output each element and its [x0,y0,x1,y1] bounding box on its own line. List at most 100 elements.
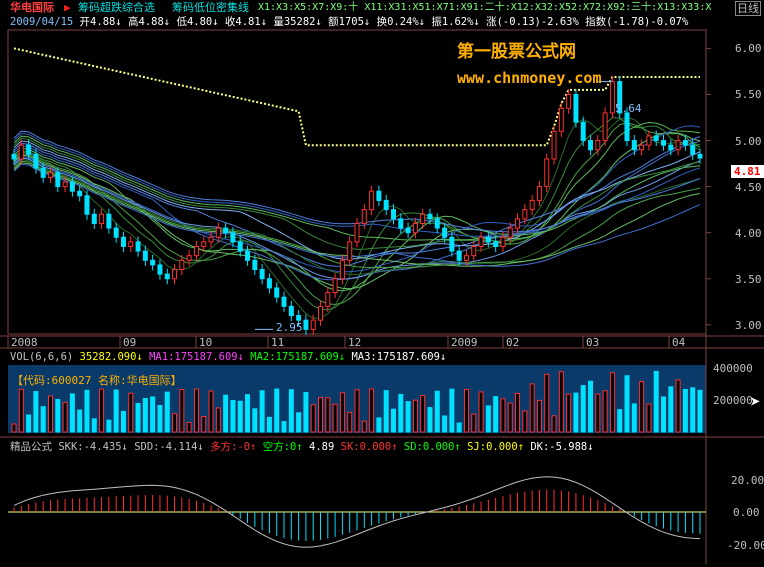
volume-bar [449,388,455,433]
volume-bar [40,406,46,433]
candle-body [573,93,579,123]
candle-body [84,195,90,215]
candle-body [661,140,667,146]
candle-body [237,241,243,252]
price-ytick: 6.00 [735,42,762,56]
candle-body [646,135,652,146]
volume-bar [106,419,112,433]
candle-body [354,222,360,243]
volume-bar [201,415,207,433]
candle-body [558,107,564,132]
candle-body [668,144,674,151]
candle-body [318,305,324,321]
play-icon[interactable]: ▶ [64,1,71,14]
candle-body [493,241,499,247]
candle-body [62,181,68,188]
price-ytick: 4.50 [735,180,762,194]
price-ytick: 4.00 [735,226,762,240]
candle-body [522,209,528,220]
volume-bar [62,401,68,433]
volume-bar [347,411,353,433]
quote-amplitude: 振1.62% [431,16,474,28]
candle-body [208,236,214,243]
volume-bar [84,389,90,433]
candle-body [478,236,484,247]
candle-body [427,213,433,220]
mouse-cursor-icon: ➤ [750,392,761,413]
ind-dk: DK:-5.988 [530,441,588,453]
volume-bar [456,422,462,433]
volume-bar [639,381,645,433]
volume-bar [507,402,513,433]
chart-canvas[interactable] [0,0,764,564]
ind-title: 精品公式 [10,441,52,453]
vol-ma3: MA3:175187.609 [351,351,440,363]
tab-formula-2[interactable]: 筹码低位密集线 [172,1,249,14]
candle-body [128,241,134,247]
volume-bar [164,391,170,433]
volume-bar [529,383,535,433]
candle-body [485,236,491,243]
candle-body [186,255,192,261]
tab-formula-1[interactable]: 筹码超跌综合选 [78,1,155,14]
candle-body [544,158,550,188]
candle-body [259,269,265,280]
candle-body [55,172,61,188]
candle-body [303,319,309,330]
candle-body [376,190,382,201]
volume-bar [120,410,126,433]
x-tick-label: 02 [506,336,520,349]
volume-bar [442,415,448,433]
volume-bar [223,394,229,433]
candle-body [179,259,185,271]
x-tick-label: 03 [586,336,600,349]
volume-bar [318,397,324,433]
candle-body [193,245,199,257]
volume-bar [310,404,316,433]
candle-body [653,135,659,142]
candle-body [536,186,542,201]
quote-amount: 额1705 [328,16,364,28]
volume-bar [369,388,375,433]
x-tick-label: 2008 [11,336,38,349]
candle-body [398,218,404,229]
candle-body [201,241,207,247]
volume-bar [405,401,411,433]
x-tick-label: 11 [271,336,285,349]
volume-bar [522,410,528,433]
volume-bar [252,408,258,433]
volume-bar [602,390,608,433]
candle-body [420,213,426,224]
candle-body [91,213,97,224]
candle-body [580,121,586,142]
quote-open: 开4.88 [79,16,116,28]
candle-body [274,287,280,298]
chart-window: 华电国际 ▶ 筹码超跌综合选 筹码低位密集线 X1:X3:X5:X7:X9:十 … [0,0,764,564]
volume-bar [296,412,302,433]
candle-body [361,209,367,224]
volume-bar [558,371,564,433]
volume-bar [281,421,287,433]
price-ytick: 3.00 [735,318,762,332]
candle-body [77,190,83,197]
candle-body [383,199,389,211]
candle-body [500,236,506,247]
volume-bar [434,390,440,433]
candle-body [40,167,46,178]
volume-bar [69,393,75,433]
volume-bar [631,403,637,433]
vol-ytick-400000: 400000 [713,362,753,375]
volume-bar [653,370,659,433]
high-annotation: 5.64 [615,102,642,115]
candle-body [296,315,302,321]
volume-bar [303,392,309,433]
volume-bar [588,380,594,433]
period-button[interactable]: 日线 [735,1,761,16]
volume-bar [179,389,185,433]
candle-body [347,241,353,261]
stock-name: 华电国际 [10,1,54,14]
volume-bar [150,396,156,433]
volume-bar [573,392,579,433]
stock-code-info: 【代码:600027 名称:华电国际】 [12,374,182,387]
candle-body [106,213,112,229]
